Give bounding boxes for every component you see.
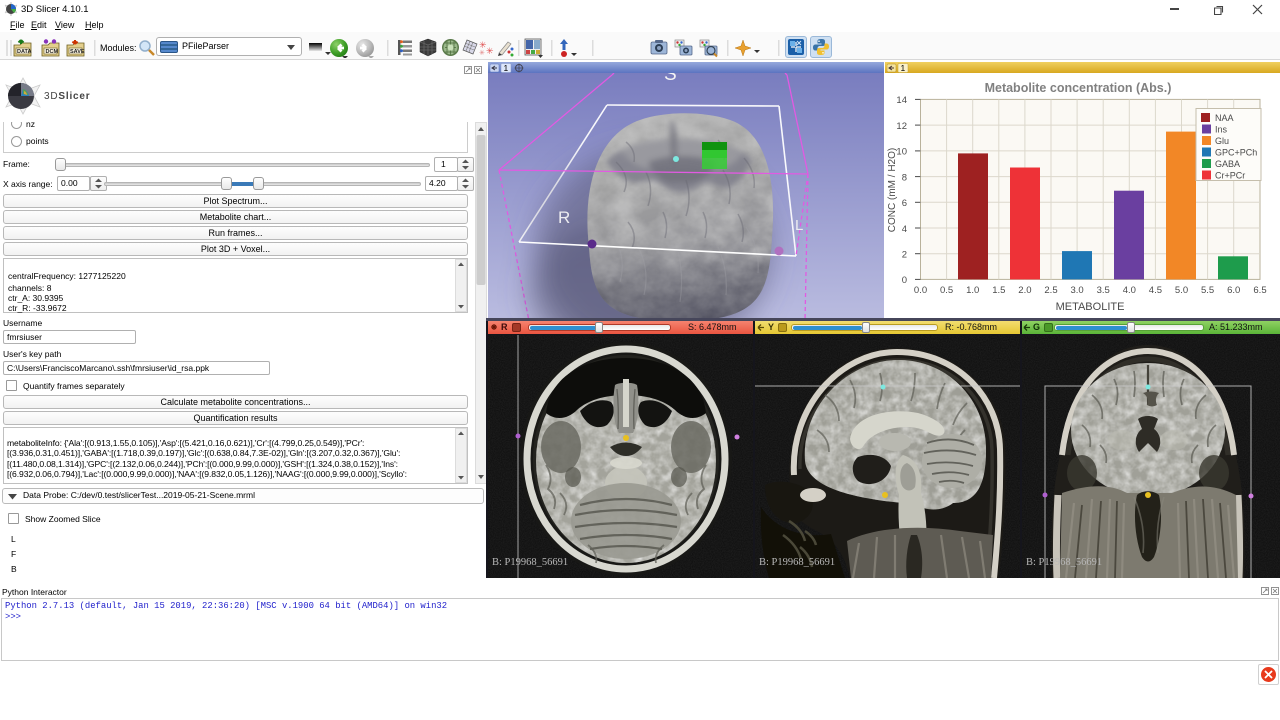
svg-text:6.5: 6.5: [1253, 285, 1266, 296]
svg-text:8: 8: [902, 172, 907, 183]
svg-text:B: P19968_56691: B: P19968_56691: [1026, 557, 1102, 568]
svg-text:METABOLITE: METABOLITE: [1056, 301, 1125, 313]
svg-text:0.0: 0.0: [914, 285, 927, 296]
svg-text:1: 1: [901, 63, 906, 73]
svg-text:12: 12: [896, 121, 907, 132]
svg-text:L: L: [795, 217, 803, 234]
svg-text:5.0: 5.0: [1175, 285, 1188, 296]
svg-text:Metabolite concentration (Abs.: Metabolite concentration (Abs.): [985, 81, 1172, 95]
svg-text:4: 4: [902, 224, 907, 235]
svg-text:6.0: 6.0: [1227, 285, 1240, 296]
svg-text:1.0: 1.0: [966, 285, 979, 296]
svg-text:0.5: 0.5: [940, 285, 953, 296]
svg-text:NAA: NAA: [1215, 113, 1234, 123]
svg-text:R: R: [558, 208, 570, 227]
svg-text:Cr+PCr: Cr+PCr: [1215, 171, 1245, 181]
svg-text:14: 14: [896, 95, 907, 106]
svg-text:Glu: Glu: [1215, 136, 1229, 146]
svg-text:B: P19968_56691: B: P19968_56691: [492, 557, 568, 568]
svg-text:✳: ✳: [486, 46, 494, 56]
svg-text:GABA: GABA: [1215, 159, 1240, 169]
svg-text:5.5: 5.5: [1201, 285, 1214, 296]
svg-text:6: 6: [902, 198, 907, 209]
svg-text:3.0: 3.0: [1070, 285, 1083, 296]
svg-text:1: 1: [504, 63, 509, 73]
svg-text:3.5: 3.5: [1097, 285, 1110, 296]
svg-text:2: 2: [902, 250, 907, 261]
svg-text:1.5: 1.5: [992, 285, 1005, 296]
svg-text:0: 0: [902, 275, 907, 286]
svg-text:DCM: DCM: [46, 49, 59, 55]
svg-text:GPC+PCh: GPC+PCh: [1215, 148, 1257, 158]
svg-text:4.5: 4.5: [1149, 285, 1162, 296]
svg-text:CONC (mM / H2O): CONC (mM / H2O): [887, 148, 898, 232]
svg-text:DATA: DATA: [17, 49, 31, 55]
svg-text:2.5: 2.5: [1044, 285, 1057, 296]
svg-text:✳: ✳: [479, 49, 485, 57]
svg-text:2.0: 2.0: [1018, 285, 1031, 296]
svg-text:Ins: Ins: [1215, 125, 1228, 135]
svg-text:SAVE: SAVE: [70, 49, 85, 55]
svg-text:4.0: 4.0: [1123, 285, 1136, 296]
svg-text:10: 10: [896, 147, 907, 158]
svg-text:B: P19968_56691: B: P19968_56691: [759, 557, 835, 568]
